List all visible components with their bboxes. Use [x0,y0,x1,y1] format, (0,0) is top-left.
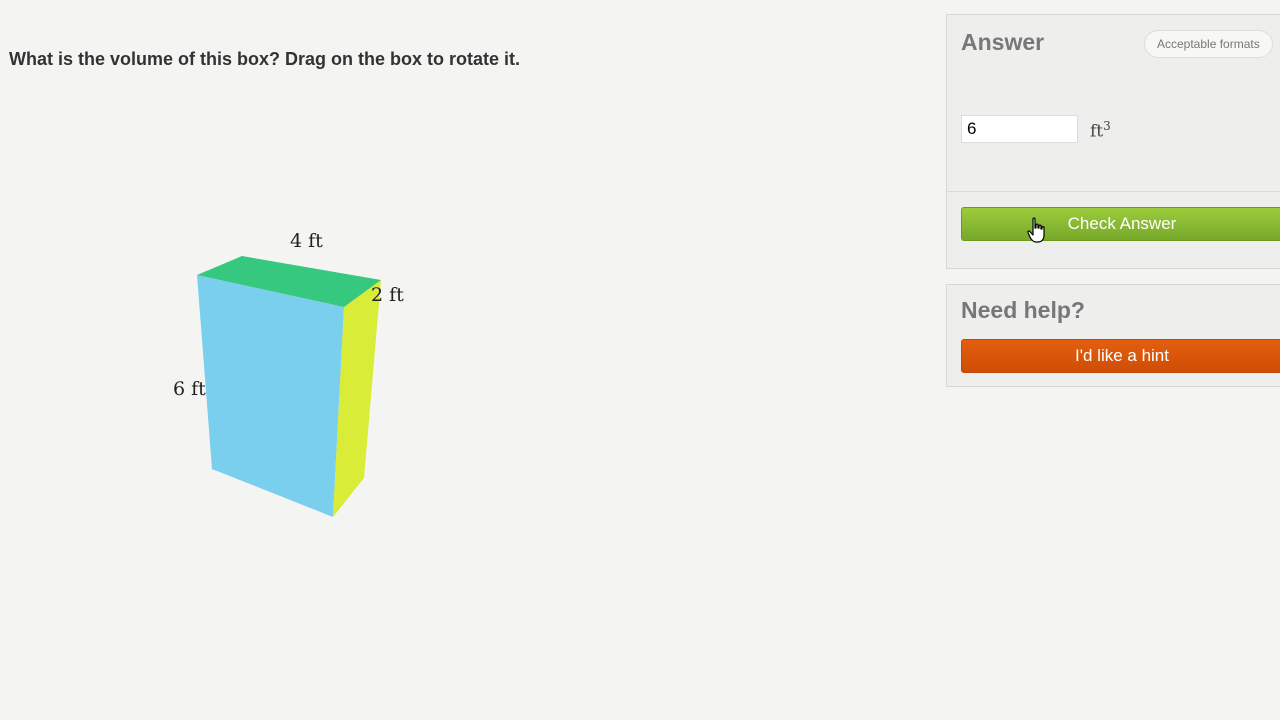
answer-input[interactable] [961,115,1078,143]
help-title: Need help? [961,297,1085,323]
unit-text: ft [1090,121,1104,142]
answer-title: Answer [961,29,1045,55]
width-label: 2 ft [371,284,404,306]
answer-panel: Answer Acceptable formats ft3 Check Answ… [946,14,1280,269]
panel-divider [947,191,1280,192]
height-label: 6 ft [173,378,206,400]
unit-exponent: 3 [1103,119,1111,133]
hint-button[interactable]: I'd like a hint [961,339,1280,373]
length-label: 4 ft [290,230,323,252]
exercise-page: What is the volume of this box? Drag on … [0,0,1280,720]
rotatable-box-figure[interactable]: 4 ft 2 ft 6 ft [0,0,600,720]
answer-unit: ft3 [1090,119,1111,142]
acceptable-formats-button[interactable]: Acceptable formats [1144,30,1273,58]
box-drawing[interactable] [0,0,600,720]
help-panel: Need help? I'd like a hint [946,284,1280,387]
check-answer-button[interactable]: Check Answer [961,207,1280,241]
box-front-face [197,275,344,517]
